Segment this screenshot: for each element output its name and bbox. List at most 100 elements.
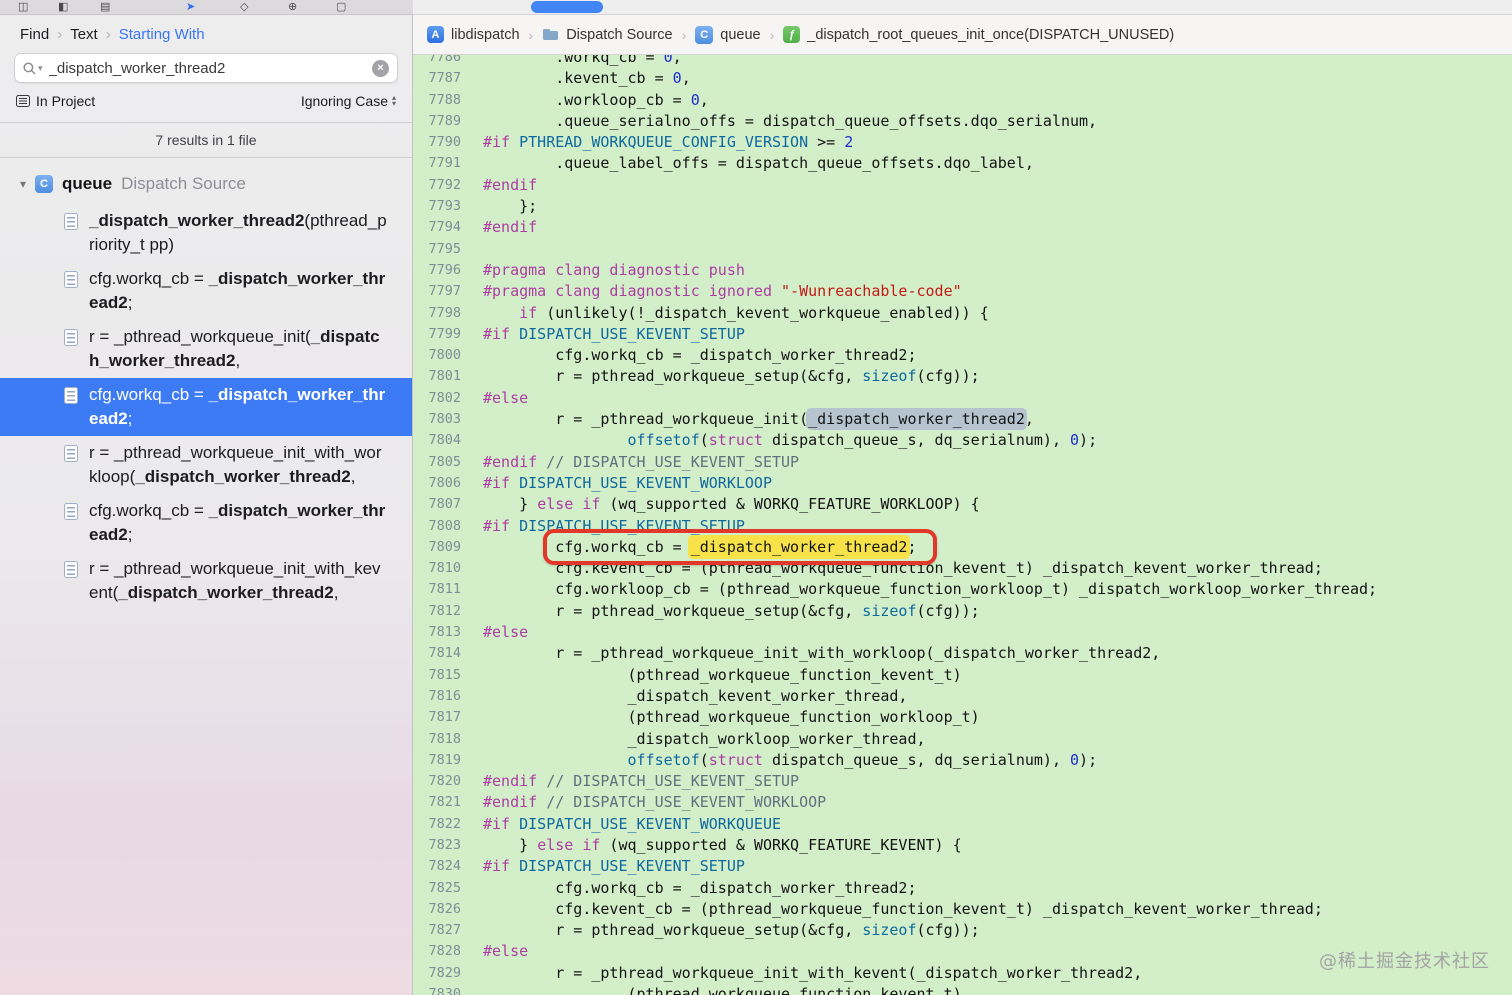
- add-icon[interactable]: ⊕: [288, 0, 297, 15]
- search-result-item[interactable]: r = _pthread_workqueue_init_with_workloo…: [0, 436, 412, 494]
- code-text: _dispatch_workloop_worker_thread,: [483, 729, 926, 748]
- code-line: 7818 _dispatch_workloop_worker_thread,: [413, 729, 1512, 750]
- code-text: #endif // DISPATCH_USE_KEVENT_SETUP: [483, 452, 800, 471]
- document-icon: [64, 503, 78, 520]
- code-text: .workloop_cb = 0,: [483, 90, 709, 109]
- scope-in-project-button[interactable]: In Project: [16, 93, 95, 109]
- code-text: (pthread_workqueue_function_kevent_t): [483, 985, 962, 995]
- code-line: 7821 #endif // DISPATCH_USE_KEVENT_WORKLO…: [413, 792, 1512, 813]
- code-line: 7798 if (unlikely(!_dispatch_kevent_work…: [413, 303, 1512, 324]
- search-menu-chevron-icon[interactable]: ▾: [38, 63, 43, 74]
- folder-icon: [542, 26, 559, 43]
- breadcrumb-item[interactable]: ƒ _dispatch_root_queues_init_once(DISPATC…: [783, 26, 1174, 43]
- result-text: cfg.workq_cb = _dispatch_worker_thread2;: [89, 501, 386, 544]
- line-number: 7819: [428, 751, 461, 768]
- breadcrumb-chevron-icon: ›: [528, 26, 534, 43]
- code-text: offsetof(struct dispatch_queue_s, dq_ser…: [627, 750, 1098, 769]
- line-number: 7812: [428, 602, 461, 619]
- search-result-item[interactable]: cfg.workq_cb = _dispatch_worker_thread2;: [0, 494, 412, 552]
- code-text: #if DISPATCH_USE_KEVENT_WORKLOOP: [483, 473, 772, 492]
- scope-starting-with[interactable]: Starting With: [119, 26, 205, 43]
- search-icon: [23, 61, 36, 75]
- search-result-item[interactable]: r = _pthread_workqueue_init_with_kevent(…: [0, 552, 412, 610]
- breadcrumb-label: _dispatch_root_queues_init_once(DISPATCH…: [807, 26, 1175, 43]
- code-line: 7809 cfg.workq_cb = _dispatch_worker_thr…: [413, 528, 1512, 565]
- breadcrumb-chevron-icon: ›: [769, 26, 775, 43]
- code-text: cfg.workq_cb = _dispatch_worker_thread2;: [483, 346, 917, 365]
- active-tab-pill[interactable]: [531, 1, 603, 13]
- clear-search-button[interactable]: ×: [372, 59, 389, 77]
- scope-in-project-label: In Project: [36, 93, 96, 109]
- diamond-icon[interactable]: ◇: [240, 0, 248, 15]
- code-line: 7823 } else if (wq_supported & WORKQ_FEA…: [413, 835, 1512, 856]
- scope-find[interactable]: Find: [20, 26, 49, 43]
- search-row: ▾ _dispatch_worker_thread2 ×: [0, 53, 412, 83]
- code-text: #else: [483, 388, 529, 407]
- breadcrumb-item[interactable]: Dispatch Source: [542, 26, 673, 43]
- case-sensitivity-label: Ignoring Case: [300, 93, 388, 109]
- line-number: 7806: [428, 474, 461, 491]
- code-line: 7792 #endif: [413, 175, 1512, 196]
- split-icon[interactable]: ◧: [58, 0, 68, 15]
- line-number: 7808: [428, 517, 461, 534]
- scope-text[interactable]: Text: [70, 26, 98, 43]
- code-editor[interactable]: 7786 .workq_cb = 0, 7787 .kevent_cb = 0, 7…: [413, 55, 1512, 995]
- chevron-separator-icon: ›: [57, 25, 63, 43]
- line-number: 7827: [428, 922, 461, 939]
- code-line: 7797 #pragma clang diagnostic ignored "-W…: [413, 281, 1512, 302]
- code-text: #if DISPATCH_USE_KEVENT_SETUP: [483, 857, 745, 876]
- disclosure-triangle-icon[interactable]: ▾: [20, 177, 26, 191]
- code-line: 7824 #if DISPATCH_USE_KEVENT_SETUP: [413, 856, 1512, 877]
- line-number: 7825: [428, 879, 461, 896]
- result-text: r = _pthread_workqueue_init(_dispatch_wo…: [89, 327, 380, 370]
- line-number: 7791: [428, 155, 461, 172]
- result-text: cfg.workq_cb = _dispatch_worker_thread2;: [89, 385, 386, 428]
- line-number: 7789: [428, 112, 461, 129]
- code-line: 7827 r = pthread_workqueue_setup(&cfg, s…: [413, 920, 1512, 941]
- code-line: 7790 #if PTHREAD_WORKQUEUE_CONFIG_VERSION…: [413, 132, 1512, 153]
- line-number: 7822: [428, 815, 461, 832]
- line-number: 7790: [428, 134, 461, 151]
- code-text: } else if (wq_supported & WORKQ_FEATURE_…: [483, 495, 980, 514]
- code-line: 7812 r = pthread_workqueue_setup(&cfg, s…: [413, 601, 1512, 622]
- breadcrumb-chevron-icon: ›: [681, 26, 687, 43]
- search-result-item[interactable]: r = _pthread_workqueue_init(_dispatch_wo…: [0, 320, 412, 378]
- breadcrumb-item[interactable]: Cqueue: [695, 25, 761, 44]
- code-text: _dispatch_kevent_worker_thread,: [483, 686, 908, 705]
- code-line: 7807 } else if (wq_supported & WORKQ_FEA…: [413, 494, 1512, 515]
- code-text: #endif // DISPATCH_USE_KEVENT_WORKLOOP: [483, 793, 827, 812]
- square-icon[interactable]: ▢: [336, 0, 346, 15]
- code-text: #if DISPATCH_USE_KEVENT_SETUP: [483, 516, 745, 535]
- line-number: 7816: [428, 687, 461, 704]
- function-icon: ƒ: [783, 26, 801, 43]
- line-number: 7796: [428, 261, 461, 278]
- result-text: r = _pthread_workqueue_init_with_kevent(…: [89, 559, 381, 602]
- search-input[interactable]: ▾ _dispatch_worker_thread2 ×: [14, 53, 398, 83]
- pointer-icon[interactable]: ➤: [186, 0, 195, 15]
- line-number: 7810: [428, 560, 461, 577]
- code-text: r = _pthread_workqueue_init_with_kevent(…: [483, 963, 1143, 982]
- list-icon[interactable]: ▤: [100, 0, 110, 15]
- file-group-header[interactable]: ▾ C queue Dispatch Source: [0, 164, 412, 204]
- panel-icon[interactable]: ◫: [18, 0, 28, 15]
- document-icon: [64, 445, 78, 462]
- case-sensitivity-popup[interactable]: Ignoring Case ▴ ▾: [301, 93, 396, 109]
- code-line: 7793 };: [413, 196, 1512, 217]
- breadcrumb-item[interactable]: Alibdispatch: [427, 26, 520, 43]
- code-line: 7811 cfg.workloop_cb = (pthread_workqueu…: [413, 579, 1512, 600]
- search-result-item[interactable]: cfg.workq_cb = _dispatch_worker_thread2;: [0, 262, 412, 320]
- code-line: 7813 #else: [413, 622, 1512, 643]
- line-number: 7826: [428, 900, 461, 917]
- toolbar-right: [413, 0, 1512, 15]
- code-line: 7802 #else: [413, 388, 1512, 409]
- search-result-item[interactable]: cfg.workq_cb = _dispatch_worker_thread2;: [0, 378, 412, 436]
- line-number: 7823: [428, 836, 461, 853]
- line-number: 7805: [428, 453, 461, 470]
- search-result-item[interactable]: _dispatch_worker_thread2(pthread_priorit…: [0, 204, 412, 262]
- document-icon: [64, 271, 78, 288]
- search-query-text[interactable]: _dispatch_worker_thread2: [49, 60, 372, 77]
- line-number: 7829: [428, 964, 461, 981]
- code-line: 7787 .kevent_cb = 0,: [413, 68, 1512, 89]
- document-icon: [64, 387, 78, 404]
- code-text: cfg.workloop_cb = (pthread_workqueue_fun…: [483, 580, 1378, 599]
